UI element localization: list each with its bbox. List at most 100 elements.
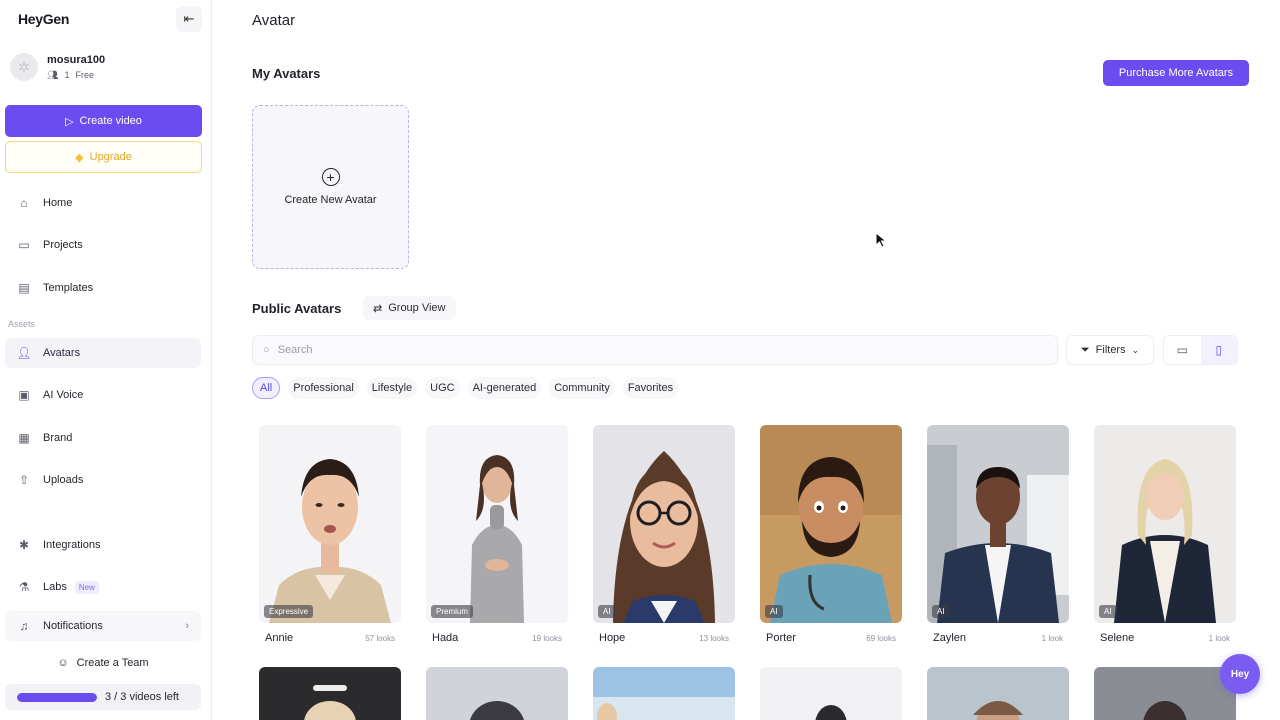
assets-section-label: Assets (8, 319, 36, 329)
person-icon: ☺ (57, 657, 69, 669)
avatar-thumbnail: AI (1094, 425, 1236, 623)
group-view-button[interactable]: ⇄ Group View (363, 296, 456, 320)
sidebar-item-avatars[interactable]: 👤︎ Avatars (5, 338, 201, 368)
avatar: ✲ (10, 53, 38, 81)
videos-left-indicator[interactable]: 3 / 3 videos left (5, 684, 201, 710)
avatar-card-porter[interactable]: AI Porter 69 looks (760, 425, 902, 644)
avatar-card-row2-2[interactable] (426, 667, 568, 720)
sidebar-item-brand[interactable]: ▦ Brand (5, 423, 201, 453)
chevron-right-icon: › (185, 620, 189, 632)
create-team-button[interactable]: ☺ Create a Team (5, 649, 201, 677)
videos-progress-fill (17, 692, 97, 702)
sidebar-item-notifications[interactable]: ♫ Notifications › (5, 611, 201, 641)
brand-icon: ▦ (18, 431, 30, 445)
avatar-card-row2-4[interactable] (760, 667, 902, 720)
collapse-sidebar-icon[interactable]: ⇤ (176, 6, 202, 32)
sidebar: HeyGen ⇤ ✲ mosura100 👥︎ 1 Free ▷ Create … (0, 0, 212, 720)
sidebar-item-label: Brand (43, 432, 73, 444)
user-name: mosura100 (47, 53, 106, 66)
search-icon: ○ (263, 344, 270, 356)
sidebar-item-label: Projects (43, 239, 83, 251)
avatar-name: Porter (766, 632, 796, 644)
avatars-icon: 👤︎ (16, 346, 32, 360)
user-profile[interactable]: ✲ mosura100 👥︎ 1 Free (10, 53, 105, 81)
avatar-looks: 57 looks (365, 633, 395, 643)
film-icon: ▤ (18, 281, 30, 295)
sidebar-item-label: Avatars (43, 347, 81, 359)
upload-icon: ⇧ (18, 473, 30, 487)
app-window: HeyGen ⇤ ✲ mosura100 👥︎ 1 Free ▷ Create … (0, 0, 1280, 720)
avatar-tag: Premium (431, 605, 474, 618)
chip-professional[interactable]: Professional (288, 377, 359, 399)
home-icon: ⌂ (20, 196, 28, 210)
chip-favorites[interactable]: Favorites (622, 377, 679, 399)
play-icon: ▷ (65, 115, 74, 128)
avatar-card-row2-6[interactable] (1094, 667, 1236, 720)
sidebar-item-label: Labs (43, 581, 67, 593)
folder-icon: ▭ (18, 238, 30, 252)
avatar-looks: 1 look (1208, 633, 1230, 643)
chevron-down-icon: ⌄ (1131, 344, 1140, 355)
sidebar-item-label: Templates (43, 282, 94, 294)
upgrade-button[interactable]: ◆ Upgrade (5, 141, 202, 173)
avatar-card-row2-1[interactable] (259, 667, 401, 720)
chat-assistant-button[interactable]: Hey (1220, 654, 1260, 694)
filters-label: Filters (1095, 344, 1126, 356)
category-chips: All Professional Lifestyle UGC AI-genera… (252, 377, 679, 399)
avatar-looks: 69 looks (866, 633, 896, 643)
avatar-looks: 19 looks (532, 633, 562, 643)
search-bar[interactable]: ○ (252, 335, 1058, 365)
search-input[interactable] (277, 344, 998, 356)
avatar-card-selene[interactable]: AI Selene 1 look (1094, 425, 1236, 644)
avatar-card-row2-5[interactable] (927, 667, 1069, 720)
create-video-button[interactable]: ▷ Create video (5, 105, 202, 137)
filters-button[interactable]: ⏷ Filters ⌄ (1066, 335, 1154, 365)
avatar-thumbnail: AI (760, 425, 902, 623)
heygen-logo[interactable]: HeyGen (18, 11, 69, 27)
avatar-thumbnail: AI (927, 425, 1069, 623)
avatar-name: Annie (265, 632, 294, 644)
avatar-card-row2-3[interactable] (593, 667, 735, 720)
avatar-card-hope[interactable]: AI Hope 13 looks (593, 425, 735, 644)
chip-community[interactable]: Community (549, 377, 615, 399)
create-new-avatar-label: Create New Avatar (284, 194, 377, 206)
chip-ugc[interactable]: UGC (425, 377, 460, 399)
sidebar-item-integrations[interactable]: ✱ Integrations (5, 530, 201, 560)
view-toggle: ▭ ▯ (1163, 335, 1238, 365)
avatar-thumbnail: Premium (426, 425, 568, 623)
avatar-card-zaylen[interactable]: AI Zaylen 1 look (927, 425, 1069, 644)
plan-label: Free (75, 70, 94, 80)
avatar-card-hada[interactable]: Premium Hada 19 looks (426, 425, 568, 644)
sidebar-item-home[interactable]: ⌂ Home (5, 188, 201, 218)
purchase-more-avatars-button[interactable]: Purchase More Avatars (1103, 60, 1249, 86)
avatar-tag: AI (765, 605, 783, 618)
public-avatars-title: Public Avatars (252, 301, 342, 316)
sidebar-item-label: Home (43, 197, 73, 209)
sidebar-item-templates[interactable]: ▤ Templates (5, 273, 201, 303)
sidebar-item-projects[interactable]: ▭ Projects (5, 230, 201, 260)
avatar-looks: 13 looks (699, 633, 729, 643)
create-team-label: Create a Team (76, 657, 149, 669)
portrait-view-icon[interactable]: ▯ (1200, 336, 1237, 364)
sidebar-item-ai-voice[interactable]: ▣ AI Voice (5, 380, 201, 410)
landscape-view-icon[interactable]: ▭ (1164, 336, 1201, 364)
sidebar-item-uploads[interactable]: ⇧ Uploads (5, 465, 201, 495)
user-meta: 👥︎ 1 Free (47, 70, 105, 81)
sidebar-item-label: AI Voice (43, 389, 84, 401)
chip-ai-generated[interactable]: AI-generated (467, 377, 542, 399)
voice-icon: ▣ (18, 388, 30, 402)
avatar-tag: Expressive (264, 605, 314, 618)
chip-all[interactable]: All (252, 377, 281, 399)
videos-progress-track (17, 692, 97, 702)
create-new-avatar-card[interactable]: + Create New Avatar (252, 105, 409, 269)
sidebar-item-label: Notifications (43, 620, 103, 632)
chip-lifestyle[interactable]: Lifestyle (366, 377, 418, 399)
avatar-card-annie[interactable]: Expressive Annie 57 looks (259, 425, 401, 644)
avatar-tag: AI (598, 605, 616, 618)
sidebar-item-labs[interactable]: ⚗ Labs New (5, 572, 201, 602)
gear-icon: ✱ (18, 538, 30, 552)
avatar-tag: AI (1099, 605, 1117, 618)
avatar-thumbnail: AI (593, 425, 735, 623)
avatar-looks: 1 look (1041, 633, 1063, 643)
logo-row: HeyGen ⇤ (18, 6, 202, 32)
